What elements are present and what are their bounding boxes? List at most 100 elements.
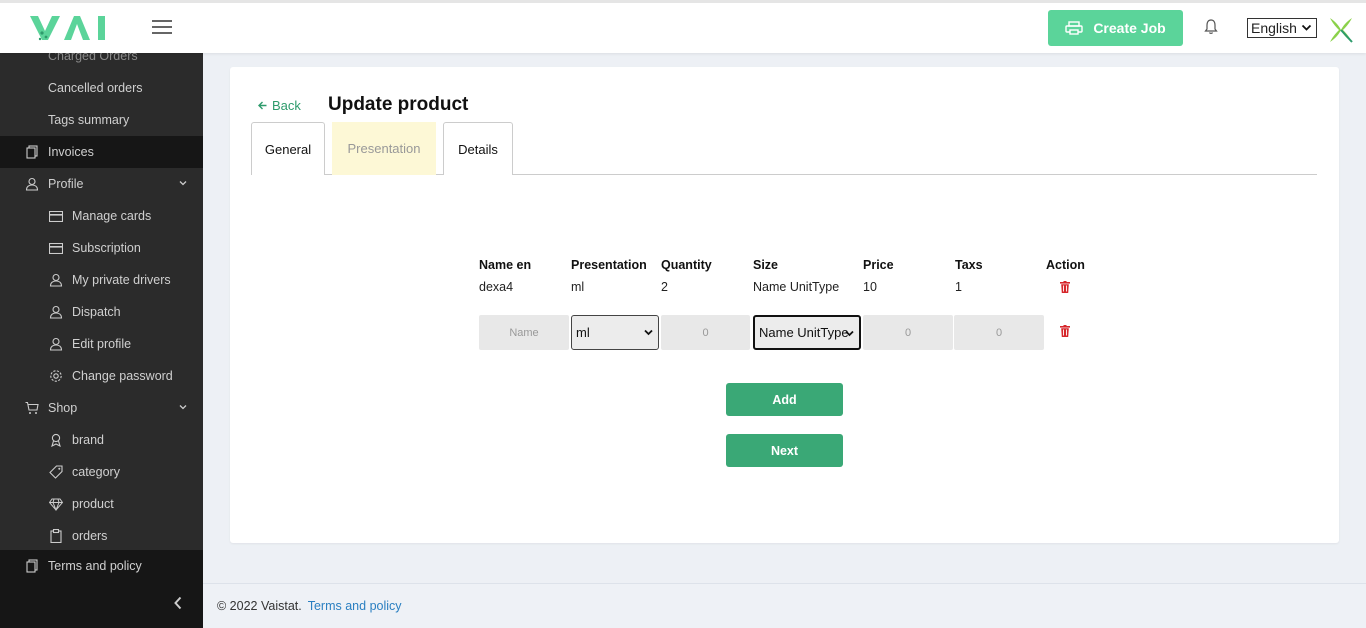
column-header-presentation: Presentation [571, 258, 647, 272]
product-card: Back Update product General Presentation… [230, 67, 1339, 543]
column-header-quantity: Quantity [661, 258, 712, 272]
name-input[interactable]: Name [479, 315, 569, 350]
sidebar-item-my-private-drivers[interactable]: My private drivers [0, 264, 203, 296]
cell-price: 10 [863, 280, 877, 294]
top-header: Create Job English [0, 0, 1366, 53]
terms-link[interactable]: Terms and policy [308, 599, 402, 613]
sidebar-item-tags-summary[interactable]: Tags summary [0, 104, 203, 136]
column-header-taxs: Taxs [955, 258, 983, 272]
diamond-icon [48, 496, 64, 512]
sidebar-item-label: Subscription [72, 241, 141, 255]
cell-size: Name UnitType [753, 280, 840, 294]
sidebar-item-category[interactable]: category [0, 456, 203, 488]
sidebar-item-product[interactable]: product [0, 488, 203, 520]
back-link[interactable]: Back [258, 98, 301, 113]
taxs-input[interactable]: 0 [954, 315, 1044, 350]
chevron-down-icon [179, 181, 187, 186]
tab-label: Presentation [347, 141, 421, 156]
add-button[interactable]: Add [726, 383, 843, 416]
sidebar-item-label: brand [72, 433, 104, 447]
sidebar-item-orders[interactable]: orders [0, 520, 203, 552]
sidebar-item-subscription[interactable]: Subscription [0, 232, 203, 264]
size-value: Name UnitType [759, 325, 849, 340]
sidebar-item-change-password[interactable]: Change password [0, 360, 203, 392]
sidebar-item-invoices[interactable]: Invoices [0, 136, 203, 168]
sidebar-item-brand[interactable]: brand [0, 424, 203, 456]
sidebar-item-label: Edit profile [72, 337, 132, 351]
tab-label: Details [458, 141, 498, 157]
page-title: Update product [328, 94, 469, 115]
brand-x-icon[interactable] [1327, 16, 1355, 44]
user-icon [48, 304, 64, 320]
badge-icon [48, 432, 64, 448]
presentation-value: ml [576, 325, 590, 340]
price-input[interactable]: 0 [863, 315, 953, 350]
back-label: Back [272, 98, 301, 113]
create-job-button[interactable]: Create Job [1048, 10, 1183, 46]
quantity-input[interactable]: 0 [661, 315, 750, 350]
clipboard-icon [48, 528, 64, 544]
bell-icon[interactable] [1203, 18, 1219, 36]
sidebar-item-label: Change password [72, 369, 173, 383]
tab-details[interactable]: Details [443, 122, 513, 175]
sidebar-item-cancelled-orders[interactable]: Cancelled orders [0, 72, 203, 104]
user-icon [24, 176, 40, 192]
sidebar-item-edit-profile[interactable]: Edit profile [0, 328, 203, 360]
user-icon [48, 272, 64, 288]
sidebar-item-label: Invoices [48, 145, 94, 159]
printer-icon [1065, 21, 1084, 35]
arrow-left-icon [258, 101, 267, 110]
cell-quantity: 2 [661, 280, 668, 294]
sidebar-item-label: Charged Orders [48, 53, 138, 63]
next-button[interactable]: Next [726, 434, 843, 467]
column-header-name: Name en [479, 258, 532, 272]
tab-presentation[interactable]: Presentation [332, 122, 436, 175]
credit-card-icon [48, 240, 64, 256]
document-icon [24, 144, 40, 160]
footer: © 2022 Vaistat. Terms and policy [203, 583, 1366, 628]
sidebar-item-label: Profile [48, 177, 84, 191]
tab-general[interactable]: General [251, 122, 325, 175]
tag-icon [48, 464, 64, 480]
document-icon [24, 558, 40, 574]
sidebar-collapse-bar [0, 578, 203, 628]
presentation-select[interactable]: ml [571, 315, 659, 350]
sidebar: Charged Orders Cancelled orders Tags sum… [0, 53, 203, 628]
chevron-left-icon[interactable] [173, 596, 183, 610]
column-header-action: Action [1046, 258, 1085, 272]
column-header-size: Size [753, 258, 779, 272]
vai-logo[interactable] [28, 13, 112, 45]
chevron-down-icon [179, 405, 187, 410]
trash-icon[interactable] [1060, 281, 1070, 293]
cell-presentation: ml [571, 280, 585, 294]
sidebar-item-dispatch[interactable]: Dispatch [0, 296, 203, 328]
sidebar-item-label: product [72, 497, 114, 511]
tab-label: General [264, 141, 312, 157]
cell-name: dexa4 [479, 280, 514, 294]
sidebar-item-label: Manage cards [72, 209, 152, 223]
chevron-down-icon [644, 329, 653, 336]
user-icon [48, 336, 64, 352]
sidebar-item-shop[interactable]: Shop [0, 392, 203, 424]
language-value: English [1251, 20, 1297, 36]
sidebar-item-label: orders [72, 529, 108, 543]
credit-card-icon [48, 208, 64, 224]
chevron-down-icon [845, 330, 854, 337]
sidebar-item-profile[interactable]: Profile [0, 168, 203, 200]
column-header-price: Price [863, 258, 894, 272]
create-job-label: Create Job [1093, 20, 1166, 36]
shopping-cart-icon [24, 400, 40, 416]
language-select[interactable]: English [1247, 18, 1317, 38]
gear-icon [48, 368, 64, 384]
sidebar-item-label: Shop [48, 401, 78, 415]
trash-icon[interactable] [1060, 325, 1070, 337]
sidebar-item-label: Cancelled orders [48, 81, 143, 95]
sidebar-item-charged-orders[interactable]: Charged Orders [0, 53, 203, 72]
chevron-down-icon [1301, 24, 1312, 31]
sidebar-item-manage-cards[interactable]: Manage cards [0, 200, 203, 232]
cell-taxs: 1 [955, 280, 962, 294]
sidebar-item-label: category [72, 465, 120, 479]
copyright-text: © 2022 Vaistat. [217, 599, 302, 613]
size-select[interactable]: Name UnitType [753, 315, 861, 350]
menu-toggle-icon[interactable] [152, 20, 172, 36]
